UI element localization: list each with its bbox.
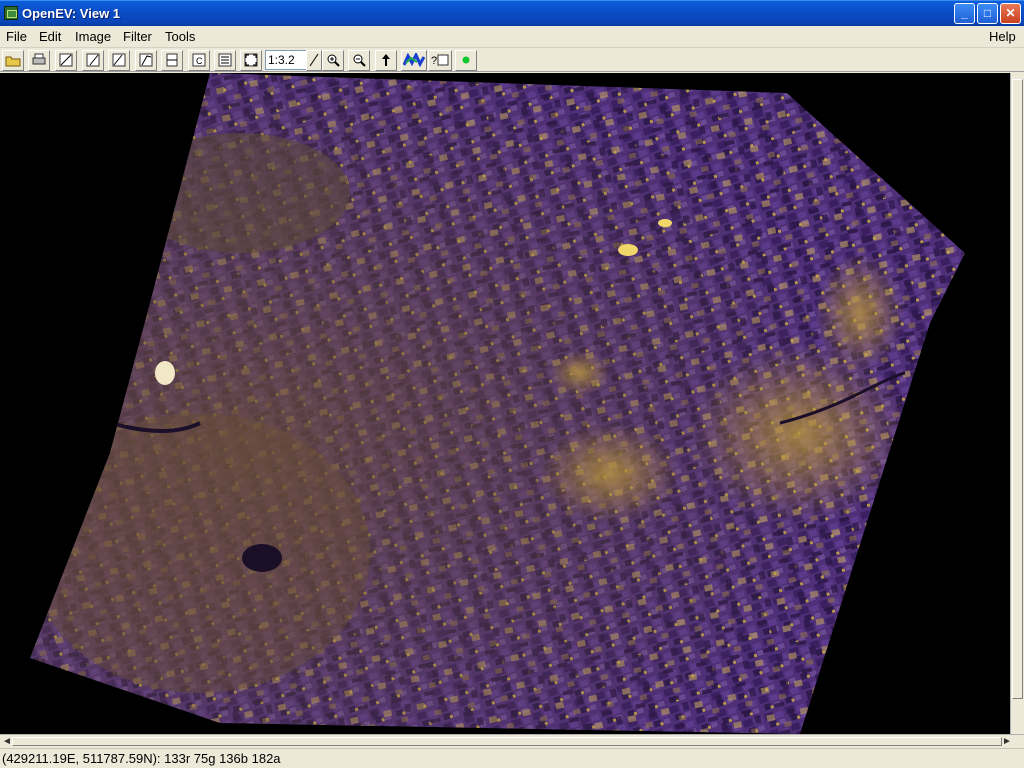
menu-tools[interactable]: Tools [165,29,195,44]
fullextent-icon[interactable] [240,50,262,71]
table-icon[interactable] [214,50,236,71]
draw-line-icon[interactable] [55,50,77,71]
zoom-in-icon[interactable] [322,50,344,71]
status-bar: (429211.19E, 511787.59N): 133r 75g 136b … [0,748,1024,768]
horizontal-scroll-thumb[interactable] [12,737,1002,746]
menu-file[interactable]: File [6,29,27,44]
zoom-ratio-field[interactable] [265,50,309,70]
select-icon[interactable] [108,50,130,71]
image-viewport[interactable] [0,73,1010,734]
green-dot-icon[interactable] [455,50,477,71]
zoom-out-icon[interactable] [348,50,370,71]
minimize-button[interactable]: _ [954,3,975,24]
app-icon[interactable] [4,6,18,20]
legend-icon[interactable] [401,50,427,71]
draw-poly-icon[interactable] [82,50,104,71]
menu-edit[interactable]: Edit [39,29,61,44]
fit-icon[interactable] [161,50,183,71]
title-bar: OpenEV: View 1 _ □ ✕ [0,0,1024,26]
svg-text:C: C [196,56,203,66]
scroll-right-arrow-icon[interactable]: ► [1002,736,1012,747]
satellite-image[interactable] [0,73,1010,734]
open-icon[interactable] [2,50,24,71]
close-button[interactable]: ✕ [1000,3,1021,24]
horizontal-scrollbar[interactable]: ◄ ► [0,734,1024,748]
vertical-scroll-thumb[interactable] [1012,79,1023,699]
menu-bar: File Edit Image Filter Tools Help [0,26,1024,48]
menu-image[interactable]: Image [75,29,111,44]
zoom-dropdown-icon[interactable] [306,50,322,71]
north-arrow-icon[interactable] [375,50,397,71]
menu-filter[interactable]: Filter [123,29,152,44]
copy-icon[interactable]: C [188,50,210,71]
menu-help[interactable]: Help [989,29,1016,44]
status-coordinates: (429211.19E, 511787.59N): 133r 75g 136b … [2,751,281,766]
edit-icon[interactable] [135,50,157,71]
window-title: OpenEV: View 1 [22,6,121,21]
info-icon[interactable]: ? [428,50,452,71]
svg-text:?: ? [431,55,437,67]
vertical-scrollbar[interactable] [1010,73,1024,734]
scroll-left-arrow-icon[interactable]: ◄ [2,736,12,747]
maximize-button[interactable]: □ [977,3,998,24]
print-icon[interactable] [28,50,50,71]
toolbar: C ? [0,48,1024,72]
